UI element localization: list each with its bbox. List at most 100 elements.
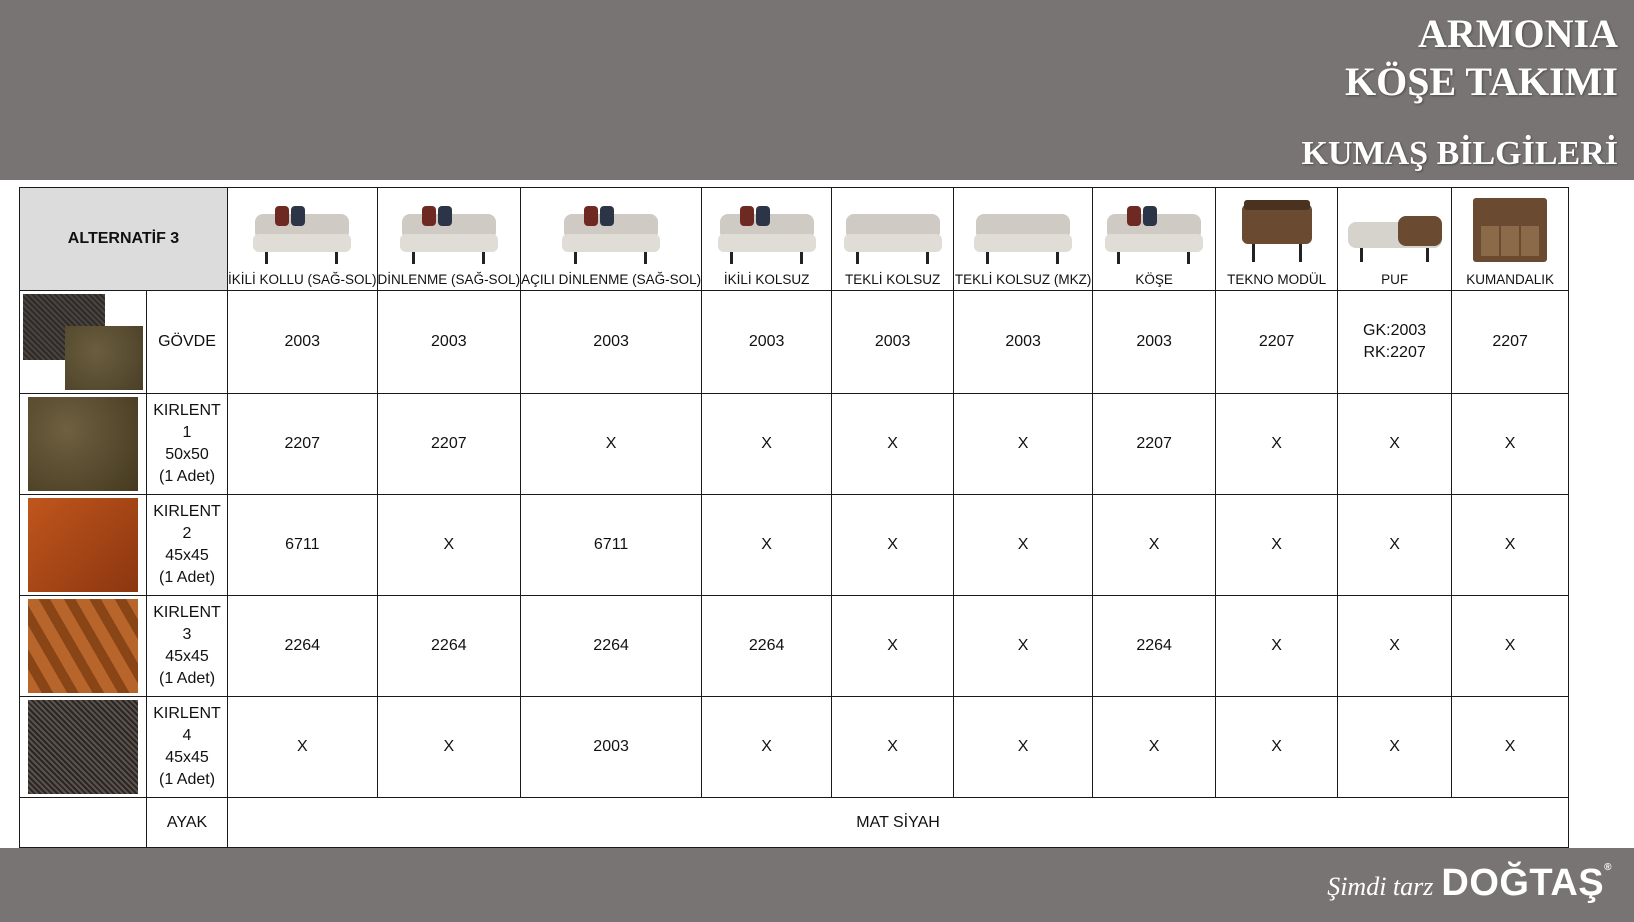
row-label-line: GÖVDE <box>158 333 216 350</box>
fabric-code-cell: 2003 <box>376 290 522 394</box>
row-label-line: (1 Adet) <box>158 569 216 586</box>
fabric-code-cell: 2264 <box>520 595 703 697</box>
fabric-swatch-cell <box>19 494 147 596</box>
title-line-1: ARMONIA <box>1418 11 1618 56</box>
row-label: KIRLENT 4 45x45 (1 Adet) <box>146 696 228 798</box>
title-line-2: KÖŞE TAKIMI <box>1344 59 1618 104</box>
brand-logo: Şimdi tarz DOĞTAŞ® <box>1327 862 1612 905</box>
fabric-code-cell: 2207 <box>376 393 522 495</box>
brand-name: DOĞTAŞ® <box>1441 862 1612 905</box>
brand-name-text: DOĞTAŞ <box>1441 862 1605 904</box>
product-label: KÖŞE <box>1135 272 1173 287</box>
fabric-code-cell: X <box>1215 696 1339 798</box>
fabric-swatch-cell <box>19 393 147 495</box>
brand-reg: ® <box>1604 862 1612 873</box>
product-image-icon <box>843 214 942 264</box>
fabric-swatch <box>28 599 138 693</box>
product-label: İKİLİ KOLSUZ <box>723 272 810 287</box>
fabric-swatch <box>23 294 143 390</box>
fabric-code-cell: X <box>953 393 1094 495</box>
table-row: GÖVDE 2003 2003 2003 2003 2003 2003 2003 2207 GK:… <box>19 290 1570 394</box>
fabric-code-cell: X <box>1215 595 1339 697</box>
product-label: DİNLENME (SAĞ-SOL) <box>377 272 521 287</box>
fabric-code-cell: X <box>701 494 833 596</box>
product-label: TEKNO MODÜL <box>1227 272 1327 287</box>
product-image-icon <box>1347 216 1442 262</box>
fabric-code-cell: 2003 <box>953 290 1094 394</box>
row-label-line: KIRLENT 3 <box>153 604 221 643</box>
fabric-code-cell: 2264 <box>701 595 833 697</box>
fabric-code-cell: X <box>953 494 1094 596</box>
header-row: ALTERNATİF 3 İKİLİ KOLLU (SAĞ-SOL) DİNLENM… <box>19 187 1570 291</box>
fabric-code-cell: X <box>1337 696 1453 798</box>
product-header: İKİLİ KOLLU (SAĞ-SOL) <box>227 187 378 291</box>
header-band: ARMONIA KÖŞE TAKIMI KUMAŞ BİLGİLERİ <box>0 0 1634 180</box>
fabric-code-cell: X <box>831 696 955 798</box>
table-row: KIRLENT 4 45x45 (1 Adet) X X 2003 X X X X X X X <box>19 696 1570 798</box>
fabric-code-cell: GK:2003 RK:2207 <box>1337 290 1453 394</box>
fabric-code-cell: X <box>1451 595 1570 697</box>
row-label-line: (1 Adet) <box>158 468 216 485</box>
product-label: İKİLİ KOLLU (SAĞ-SOL) <box>228 272 377 287</box>
fabric-code-cell: 6711 <box>227 494 378 596</box>
page-title: ARMONIA KÖŞE TAKIMI <box>1345 10 1618 106</box>
fabric-code-cell: X <box>1451 393 1570 495</box>
fabric-code-cell: X <box>376 494 522 596</box>
table-row: KIRLENT 3 45x45 (1 Adet) 2264 2264 2264 2264 X X… <box>19 595 1570 697</box>
fabric-code-cell: X <box>953 595 1094 697</box>
product-header: KUMANDALIK <box>1451 187 1570 291</box>
fabric-code-cell: 6711 <box>520 494 703 596</box>
fabric-swatch-cell <box>19 290 147 394</box>
row-label-line: (1 Adet) <box>158 771 216 788</box>
fabric-code-cell: X <box>701 393 833 495</box>
fabric-table-wrap: ALTERNATİF 3 İKİLİ KOLLU (SAĞ-SOL) DİNLENM… <box>19 187 1570 848</box>
fabric-code-cell: X <box>831 595 955 697</box>
row-label-line: (1 Adet) <box>158 670 216 687</box>
row-label-line: KIRLENT 1 <box>153 402 221 441</box>
product-label: AÇILI DİNLENME (SAĞ-SOL) <box>521 272 702 287</box>
table-row: KIRLENT 2 45x45 (1 Adet) 6711 X 6711 X X X X X X X <box>19 494 1570 596</box>
fabric-code-cell: X <box>1092 494 1217 596</box>
fabric-code-cell: 2264 <box>1092 595 1217 697</box>
fabric-code-cell: X <box>1215 494 1339 596</box>
fabric-table: ALTERNATİF 3 İKİLİ KOLLU (SAĞ-SOL) DİNLENM… <box>19 187 1570 848</box>
product-header: TEKNO MODÜL <box>1215 187 1339 291</box>
fabric-code-cell: X <box>953 696 1094 798</box>
fabric-code-cell: 2003 <box>227 290 378 394</box>
legs-row: AYAK MAT SİYAH <box>19 797 1570 848</box>
fabric-code-cell: X <box>1215 393 1339 495</box>
product-image-icon <box>1241 200 1312 262</box>
product-image-icon <box>1105 206 1204 264</box>
fabric-code-cell: X <box>376 696 522 798</box>
row-label-line: KIRLENT 4 <box>153 705 221 744</box>
row-label-line: KIRLENT 2 <box>153 503 221 542</box>
legs-label: AYAK <box>146 797 228 848</box>
fabric-code-cell: X <box>1451 696 1570 798</box>
fabric-code-cell: X <box>1337 393 1453 495</box>
fabric-code-cell: X <box>1092 696 1217 798</box>
product-image-icon <box>399 206 498 264</box>
fabric-code-cell: 2207 <box>1215 290 1339 394</box>
fabric-code-cell: 2003 <box>831 290 955 394</box>
fabric-code-cell: X <box>831 393 955 495</box>
row-label: KIRLENT 1 50x50 (1 Adet) <box>146 393 228 495</box>
legs-value: MAT SİYAH <box>226 797 1570 848</box>
page-subtitle: KUMAŞ BİLGİLERİ <box>1301 135 1618 172</box>
fabric-swatch-cell <box>19 595 147 697</box>
fabric-swatch <box>28 397 138 491</box>
alternative-label: ALTERNATİF 3 <box>19 187 228 291</box>
row-label: GÖVDE <box>146 290 228 394</box>
brand-tagline: Şimdi tarz <box>1327 872 1434 901</box>
product-image-icon <box>562 206 661 264</box>
product-header: KÖŞE <box>1092 187 1217 291</box>
fabric-code-cell: 2207 <box>1092 393 1217 495</box>
product-header: PUF <box>1337 187 1453 291</box>
product-image-icon <box>253 206 352 264</box>
fabric-code-cell: X <box>227 696 378 798</box>
footer-band: Şimdi tarz DOĞTAŞ® <box>0 848 1634 922</box>
product-header: AÇILI DİNLENME (SAĞ-SOL) <box>520 187 703 291</box>
fabric-code-cell: 2003 <box>520 696 703 798</box>
product-label: TEKLİ KOLSUZ <box>844 272 941 287</box>
row-label-line: 50x50 <box>165 446 209 463</box>
fabric-code-cell: X <box>1451 494 1570 596</box>
